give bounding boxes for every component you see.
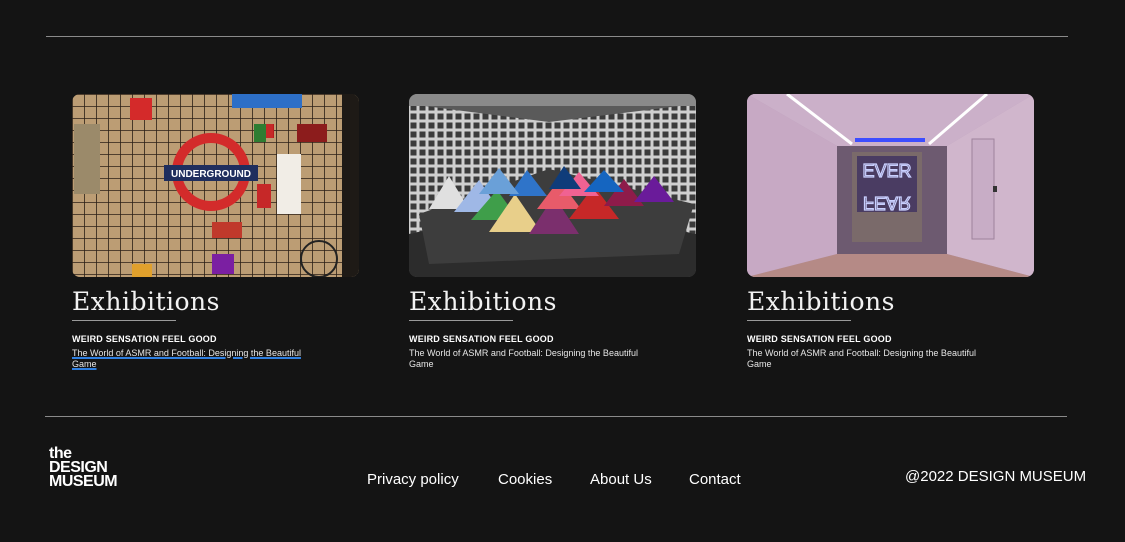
- neon-sign-text-bottom: FEAR: [863, 193, 911, 213]
- card-title[interactable]: WEIRD SENSATION FEEL GOOD: [72, 334, 359, 344]
- exhibition-card-2[interactable]: Exhibitions WEIRD SENSATION FEEL GOOD Th…: [409, 94, 696, 370]
- footer-link-about-us[interactable]: About Us: [590, 471, 652, 488]
- neon-sign-text-top: EVER: [862, 161, 911, 181]
- design-museum-logo[interactable]: the DESIGN MUSEUM: [49, 446, 118, 490]
- card-category: Exhibitions: [747, 287, 895, 316]
- exhibition-image-underground[interactable]: UNDERGROUND: [72, 94, 359, 277]
- exhibition-card-1[interactable]: UNDERGROUND Exhibitions WEIRD SENSATION …: [72, 94, 359, 370]
- copyright-text: @2022 DESIGN MUSEUM: [905, 468, 1087, 485]
- card-category-underline: [747, 320, 851, 321]
- card-category: Exhibitions: [72, 287, 220, 316]
- card-title[interactable]: WEIRD SENSATION FEEL GOOD: [409, 334, 696, 344]
- card-category-underline: [409, 320, 513, 321]
- card-category: Exhibitions: [409, 287, 557, 316]
- exhibition-image-pyramids[interactable]: [409, 94, 696, 277]
- card-description[interactable]: The World of ASMR and Football: Designin…: [747, 348, 992, 370]
- top-divider: [46, 36, 1068, 37]
- card-category-underline: [72, 320, 176, 321]
- footer-divider: [45, 416, 1067, 417]
- card-title[interactable]: WEIRD SENSATION FEEL GOOD: [747, 334, 1034, 344]
- card-description-link[interactable]: The World of ASMR and Football: Designin…: [72, 348, 317, 370]
- logo-line-3: MUSEUM: [49, 473, 118, 490]
- card-description[interactable]: The World of ASMR and Football: Designin…: [409, 348, 654, 370]
- footer-link-contact[interactable]: Contact: [689, 471, 741, 488]
- footer-link-privacy-policy[interactable]: Privacy policy: [367, 471, 459, 488]
- exhibition-card-3[interactable]: EVER FEAR Exhibitions WEIRD SENSATION FE…: [747, 94, 1034, 370]
- footer-link-cookies[interactable]: Cookies: [498, 471, 552, 488]
- exhibition-image-neon-corridor[interactable]: EVER FEAR: [747, 94, 1034, 277]
- underground-sign-text: UNDERGROUND: [171, 169, 251, 180]
